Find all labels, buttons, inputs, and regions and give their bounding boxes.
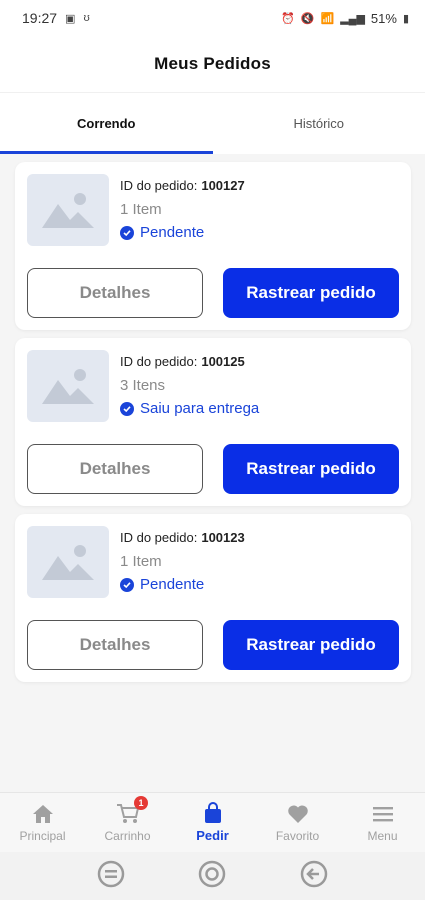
order-status-text: Pendente <box>140 576 205 593</box>
home-circle-icon[interactable] <box>197 859 227 894</box>
order-status-text: Saiu para entrega <box>140 400 260 417</box>
mute-icon: 🔇 <box>300 12 315 25</box>
nav-label: Principal <box>19 828 66 843</box>
wifi-icon: 📶 <box>320 12 335 25</box>
item-count: 1 Item <box>120 201 162 218</box>
nav-item-carrinho[interactable]: 1 Carrinho <box>85 793 170 852</box>
battery-icon: ▮ <box>402 12 409 25</box>
status-bar: 19:27 ▣ ʊ ⏰ 🔇 📶 ▂▄▆ 51% ▮ <box>0 0 425 36</box>
track-order-button[interactable]: Rastrear pedido <box>223 268 399 318</box>
recent-apps-icon[interactable] <box>96 859 126 894</box>
menu-icon <box>372 803 394 825</box>
nav-label: Pedir <box>196 828 229 843</box>
order-id-line: ID do pedido: 100123 <box>120 530 245 545</box>
nav-label: Favorito <box>275 828 320 843</box>
app-header: Meus Pedidos <box>0 36 425 92</box>
check-circle-icon <box>120 577 134 592</box>
status-time: 19:27 <box>22 10 58 26</box>
image-placeholder-icon <box>42 369 94 404</box>
system-navigation-bar <box>0 852 425 900</box>
order-tabs: Correndo Histórico <box>0 92 425 154</box>
check-circle-icon <box>120 401 134 416</box>
cart-badge: 1 <box>134 796 148 810</box>
order-card: ID do pedido: 100125 3 Itens Saiu para en… <box>15 338 411 506</box>
product-thumbnail <box>27 350 109 422</box>
order-card: ID do pedido: 100123 1 Item Pendente Deta… <box>15 514 411 682</box>
image-placeholder-icon <box>42 545 94 580</box>
nav-label: Carrinho <box>104 828 151 843</box>
nav-item-pedir[interactable]: Pedir <box>170 793 255 852</box>
order-id: 100123 <box>201 530 245 545</box>
order-status: Pendente <box>120 576 245 593</box>
order-id-label: ID do pedido: <box>120 530 198 545</box>
battery-level: 51% <box>370 10 397 26</box>
nav-item-menu[interactable]: Menu <box>340 793 425 852</box>
order-id-line: ID do pedido: 100125 <box>120 354 259 369</box>
check-circle-icon <box>120 225 134 240</box>
order-status: Saiu para entrega <box>120 400 259 417</box>
product-thumbnail <box>27 526 109 598</box>
details-button[interactable]: Detalhes <box>27 444 203 494</box>
product-thumbnail <box>27 174 109 246</box>
page-title: Meus Pedidos <box>154 54 271 73</box>
order-card: ID do pedido: 100127 1 Item Pendente Deta… <box>15 162 411 330</box>
item-count: 1 Item <box>120 553 162 570</box>
gallery-notification-icon: ▣ <box>65 12 76 25</box>
shopping-bag-icon <box>203 802 223 824</box>
alarm-icon: ⏰ <box>281 12 295 25</box>
order-status-text: Pendente <box>140 224 205 241</box>
tab-historico[interactable]: Histórico <box>213 93 425 154</box>
signal-icon: ▂▄▆ <box>340 12 365 25</box>
tab-correndo[interactable]: Correndo <box>0 93 213 154</box>
orders-list: ID do pedido: 100127 1 Item Pendente Deta… <box>15 162 411 690</box>
order-status: Pendente <box>120 224 245 241</box>
nav-item-favorito[interactable]: Favorito <box>255 793 340 852</box>
nav-label: Menu <box>367 828 398 843</box>
order-id: 100125 <box>201 354 245 369</box>
nav-item-principal[interactable]: Principal <box>0 793 85 852</box>
order-id-line: ID do pedido: 100127 <box>120 178 245 193</box>
home-icon <box>32 803 54 825</box>
back-arrow-icon[interactable] <box>299 859 329 894</box>
order-id-label: ID do pedido: <box>120 354 198 369</box>
order-id: 100127 <box>201 178 245 193</box>
details-button[interactable]: Detalhes <box>27 268 203 318</box>
details-button[interactable]: Detalhes <box>27 620 203 670</box>
track-order-button[interactable]: Rastrear pedido <box>223 444 399 494</box>
notification-icon: ʊ <box>83 12 90 24</box>
order-id-label: ID do pedido: <box>120 178 198 193</box>
image-placeholder-icon <box>42 193 94 228</box>
bottom-nav: Principal 1 Carrinho Pedir Favorito Menu <box>0 792 425 852</box>
track-order-button[interactable]: Rastrear pedido <box>223 620 399 670</box>
item-count: 3 Itens <box>120 377 166 394</box>
heart-icon <box>287 803 309 825</box>
